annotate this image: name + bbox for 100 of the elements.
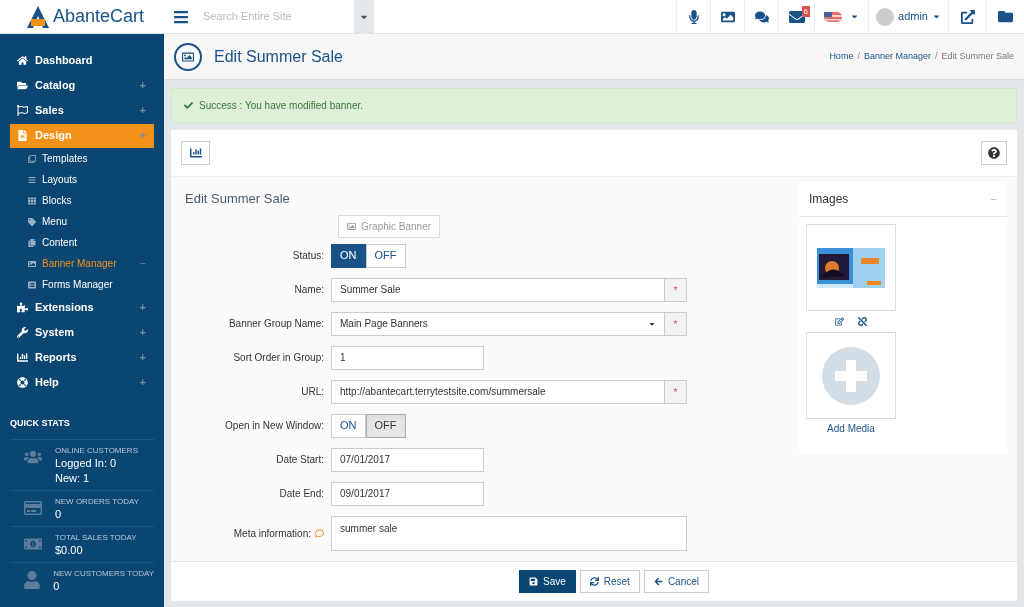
sidebar-subitem[interactable]: Templates (0, 148, 164, 169)
search-field[interactable]: Search Entire Site (203, 8, 348, 25)
sidebar-subitem[interactable]: Banner Manager − (0, 253, 164, 274)
stat-value: 0 (55, 506, 63, 522)
breadcrumb-current: Edit Summer Sale (941, 49, 1014, 63)
grid-icon (28, 196, 36, 205)
folder-icon (998, 9, 1013, 24)
select-field[interactable]: Main Page Banners (331, 311, 665, 336)
sidebar-subitem[interactable]: Blocks (0, 190, 164, 211)
bar-chart-icon (17, 352, 28, 363)
microphone-icon (686, 9, 701, 24)
input-field[interactable]: 1 (331, 345, 484, 370)
unlink-button[interactable] (858, 317, 867, 326)
folder-icon (17, 80, 28, 91)
breadcrumb-link[interactable]: Home (829, 49, 854, 64)
field-label: Sort Order in Group: (233, 351, 324, 365)
stat-value: $0.00 (55, 542, 84, 558)
arrow-left-icon (653, 577, 663, 586)
logo-text: AbanteCart (53, 5, 145, 28)
menu-icon (172, 8, 189, 25)
sidebar-subitem[interactable]: Menu (0, 211, 164, 232)
help-icon (988, 147, 1000, 159)
sidebar-item[interactable]: Catalog + (10, 73, 154, 98)
sidebar-item[interactable]: Sales + (10, 98, 154, 123)
home-icon (17, 55, 28, 66)
field-label: Name: (294, 283, 324, 297)
textarea-field[interactable]: summer sale (331, 515, 687, 551)
user-menu-button[interactable]: admin (868, 0, 948, 33)
save-button[interactable]: Save (518, 570, 576, 593)
field-label: URL: (301, 385, 324, 399)
reset-button[interactable]: Reset (579, 570, 640, 593)
caret-icon (850, 12, 859, 21)
sidebar-item[interactable]: Help + (10, 370, 154, 395)
image-icon (720, 9, 735, 24)
toggle-option[interactable]: OFF (365, 413, 406, 438)
chart-button[interactable] (181, 141, 210, 165)
stat-label: TOTAL SALES TODAY (55, 532, 137, 543)
images-title: Images (809, 191, 849, 208)
refresh-icon (589, 577, 599, 586)
add-icon (822, 346, 880, 405)
mail-button[interactable]: 6 (778, 0, 814, 33)
bar-chart-icon (189, 147, 202, 159)
image-icon (174, 42, 202, 71)
stat-value: Logged In: 0 (55, 455, 118, 471)
check-icon (184, 101, 193, 110)
input-field[interactable]: 07/01/2017 (331, 447, 484, 472)
field-label: Banner Group Name: (228, 317, 324, 331)
sidebar-item[interactable]: Reports + (10, 345, 154, 370)
stat-label: ONLINE CUSTOMERS (55, 445, 138, 456)
avatar-icon (876, 7, 894, 26)
image-thumbnail[interactable] (806, 224, 896, 311)
breadcrumb-separator: / (857, 49, 860, 63)
field-label: Date Start: (276, 453, 324, 467)
save-icon (528, 577, 538, 586)
breadcrumb-link[interactable]: Banner Manager (863, 49, 931, 64)
puzzle-icon (17, 302, 28, 313)
sidebar-subitem[interactable]: Content (0, 232, 164, 253)
credit-card-icon (23, 498, 42, 517)
flag-icon (17, 105, 28, 116)
image-icon (347, 221, 356, 231)
tag-icon (28, 217, 36, 226)
logo-icon (26, 4, 50, 29)
lifebuoy-icon (17, 377, 28, 388)
toggle-option[interactable]: ON (331, 413, 366, 438)
toggle-option[interactable]: ON (331, 243, 366, 268)
add-media-label[interactable]: Add Media (827, 421, 875, 436)
sidebar-item[interactable]: Extensions + (10, 295, 154, 320)
user-icon (22, 570, 41, 589)
required-mark: * (665, 277, 687, 302)
stat-value: 0 (53, 578, 61, 594)
help-button[interactable] (981, 141, 1007, 165)
copy-icon (28, 154, 36, 163)
wrench-icon (17, 327, 28, 338)
alert-text: Success : You have modified banner. (199, 99, 363, 113)
stat-label: NEW CUSTOMERS TODAY (53, 568, 154, 579)
input-field[interactable]: http://abantecart.terrytestsite.com/summersale (331, 379, 665, 404)
image-icon (28, 259, 36, 268)
toggle-option[interactable]: OFF (365, 243, 406, 268)
form-title: Edit Summer Sale (184, 190, 291, 208)
chat-icon (754, 9, 769, 24)
quick-stats-title: QUICK STATS (9, 417, 71, 430)
edit-button[interactable] (835, 317, 844, 326)
sidebar-item[interactable]: System + (10, 320, 154, 345)
edit-icon (835, 317, 844, 326)
field-label: Open in New Window: (225, 419, 324, 433)
caret-icon (932, 12, 941, 21)
field-label: Status: (292, 249, 324, 263)
sidebar-subitem[interactable]: Layouts (0, 169, 164, 190)
input-field[interactable]: 09/01/2017 (331, 481, 484, 506)
stat-value: New: 1 (55, 470, 91, 486)
required-mark: * (665, 379, 687, 404)
sidebar-item[interactable]: Dashboard (10, 48, 154, 73)
cancel-button[interactable]: Cancel (643, 570, 710, 593)
field-label: Date End: (279, 487, 324, 501)
unlink-icon (858, 317, 867, 326)
list-icon (28, 175, 36, 184)
breadcrumb-separator: / (934, 49, 938, 63)
sidebar-subitem[interactable]: Forms Manager (0, 274, 164, 295)
input-field[interactable]: Summer Sale (331, 277, 665, 302)
document-icon (17, 130, 28, 141)
